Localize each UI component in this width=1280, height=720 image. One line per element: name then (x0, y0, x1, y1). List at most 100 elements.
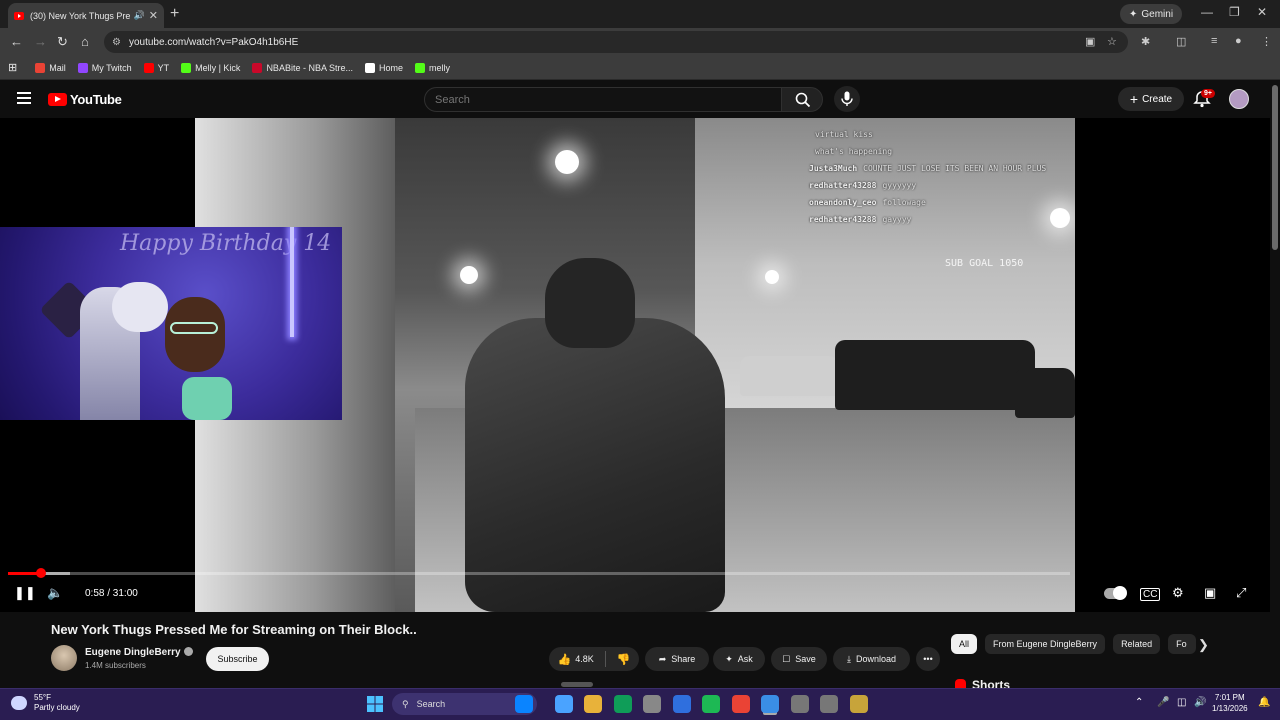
youtube-logo[interactable]: YouTube (48, 92, 122, 107)
bookmark-x-home[interactable]: Home (364, 62, 403, 73)
taskbar-spotify-icon[interactable] (731, 695, 750, 713)
stream-chat-overlay: virtual kiss what's happening Justa3Much… (809, 126, 1046, 228)
more-actions-button[interactable]: ••• (916, 647, 940, 671)
network-icon[interactable]: ◫ (1177, 697, 1186, 708)
side-panel-icon[interactable]: ◫ (1176, 35, 1186, 48)
window-close-icon[interactable]: ✕ (1257, 5, 1267, 19)
browser-tab-strip: (30) New York Thugs Press 🔊 ✕ + ✦ Gemini… (0, 0, 1280, 28)
bookmark-mail[interactable]: Mail (35, 62, 66, 73)
microphone-tray-icon[interactable]: 🎤 (1157, 697, 1169, 708)
tab-close-icon[interactable]: ✕ (149, 9, 158, 22)
save-button[interactable]: ☐ Save (771, 647, 827, 671)
taskbar-edge-icon[interactable] (584, 695, 602, 713)
streamer-webcam-overlay: Happy Birthday 14 (0, 227, 342, 420)
download-icon: ⤓ (846, 653, 851, 664)
create-label: Create (1142, 93, 1173, 105)
windows-start-icon[interactable] (366, 695, 384, 713)
chat-line: oneandonly_ceo followage (809, 198, 926, 207)
chip-from-channel[interactable]: From Eugene DingleBerry (985, 634, 1106, 654)
channel-avatar[interactable] (51, 645, 77, 671)
bookmark-melly[interactable]: melly (414, 62, 450, 73)
extensions-icon[interactable]: ✱ (1141, 35, 1150, 48)
youtube-play-icon (48, 93, 67, 106)
chat-line: redhatter43288 gyyyyyy (809, 181, 917, 190)
weather-widget[interactable]: 55°F Partly cloudy (11, 693, 80, 713)
fullscreen-icon[interactable]: ⤢ (1236, 585, 1246, 601)
search-icon (795, 92, 811, 108)
taskbar-chrome-icon[interactable] (761, 695, 779, 713)
account-avatar[interactable] (1229, 89, 1249, 109)
horizontal-scroll-handle[interactable] (561, 682, 593, 687)
voice-search-button[interactable] (834, 86, 860, 112)
create-button[interactable]: + Create (1118, 87, 1184, 111)
home-icon[interactable]: ⌂ (81, 34, 89, 49)
bookmark-kick[interactable]: Melly | Kick (181, 62, 240, 73)
taskbar-search-label: Search (416, 699, 446, 709)
notification-center-icon[interactable]: 🔔 (1258, 697, 1270, 708)
taskbar-photos-icon[interactable] (790, 695, 809, 713)
scrubber-handle[interactable] (35, 568, 46, 578)
profile-icon[interactable]: ● (1235, 35, 1242, 47)
system-clock[interactable]: 7:01 PM 1/13/2026 (1212, 692, 1248, 714)
pause-icon[interactable]: ❚❚ (14, 585, 36, 601)
nba-icon (252, 62, 263, 73)
speaker-tray-icon[interactable]: 🔊 (1194, 697, 1206, 708)
theater-mode-icon[interactable]: ▣ (1204, 585, 1216, 601)
kick-icon (414, 62, 425, 73)
address-bar[interactable]: ⚙ youtube.com/watch?v=PakO4h1b6HE (104, 31, 1128, 53)
reload-icon[interactable]: ↻ (57, 34, 68, 50)
menu-hamburger-icon[interactable] (17, 92, 31, 107)
forward-arrow-icon[interactable]: → (34, 34, 47, 49)
minimize-icon[interactable]: — (1201, 5, 1213, 19)
subscribe-button[interactable]: Subscribe (206, 647, 269, 671)
chip-related[interactable]: Related (1113, 634, 1161, 654)
cast-icon[interactable]: ▣ (1085, 35, 1095, 48)
search-button[interactable] (781, 87, 823, 112)
kick-icon (181, 62, 192, 73)
tab-audio-icon[interactable]: 🔊 (134, 10, 145, 21)
reading-list-icon[interactable]: ≡ (1211, 35, 1217, 47)
tray-chevron-icon[interactable]: ⌃ (1135, 697, 1143, 708)
ask-button[interactable]: ✦ Ask (713, 647, 765, 671)
download-button[interactable]: ⤓ Download (833, 647, 910, 671)
temperature: 55°F (34, 693, 51, 702)
verified-icon (183, 647, 193, 656)
maximize-icon[interactable]: ❐ (1229, 5, 1240, 19)
chip-all[interactable]: All (951, 634, 978, 654)
bookmark-yt[interactable]: YT (143, 62, 169, 73)
volume-icon[interactable]: 🔈 (47, 585, 63, 601)
taskbar-file-explorer-icon[interactable] (613, 695, 632, 713)
taskbar-media-app-icon[interactable] (672, 695, 691, 713)
taskbar-app-icon[interactable] (849, 695, 868, 713)
channel-name[interactable]: Eugene DingleBerry (85, 647, 193, 658)
like-button[interactable]: 👍 4.8K (558, 653, 594, 666)
sparkle-icon: ✦ (725, 653, 733, 664)
gemini-button[interactable]: ✦ Gemini (1120, 4, 1183, 24)
video-progress-bar[interactable] (8, 568, 1070, 578)
settings-gear-icon[interactable]: ⚙ (1172, 585, 1184, 601)
apps-grid-icon[interactable]: ⊞ (8, 61, 17, 74)
captions-icon[interactable]: CC (1140, 588, 1161, 601)
bookmarks-bar: ⊞ Mail My Twitch YT Melly | Kick NBABite… (0, 56, 1280, 80)
chip-truncated[interactable]: Fo (1168, 634, 1197, 654)
search-input[interactable] (424, 87, 782, 112)
browser-tab-youtube[interactable]: (30) New York Thugs Press 🔊 ✕ (8, 3, 164, 28)
taskbar-store-icon[interactable] (702, 695, 720, 713)
back-arrow-icon[interactable]: ← (10, 34, 23, 49)
site-info-icon[interactable]: ⚙ (112, 37, 121, 48)
taskbar-widgets-icon[interactable] (515, 695, 533, 713)
share-button[interactable]: ➦ Share (645, 647, 709, 671)
taskbar-media-player-icon[interactable] (820, 695, 838, 713)
new-tab-button[interactable]: + (170, 5, 179, 23)
page-scrollbar[interactable] (1272, 85, 1278, 250)
like-count: 4.8K (575, 654, 594, 664)
taskbar-task-view-icon[interactable] (554, 695, 573, 713)
browser-menu-icon[interactable]: ⋮ (1261, 35, 1272, 48)
autoplay-toggle[interactable] (1104, 586, 1127, 600)
bookmark-nbabite[interactable]: NBABite - NBA Stre... (252, 62, 353, 73)
bookmark-twitch[interactable]: My Twitch (77, 62, 132, 73)
bookmark-star-icon[interactable]: ☆ (1107, 35, 1117, 48)
chevron-right-icon[interactable]: ❯ (1198, 637, 1209, 653)
thumbs-down-icon[interactable]: 👎 (617, 653, 631, 666)
taskbar-xbox-icon[interactable] (643, 695, 661, 713)
